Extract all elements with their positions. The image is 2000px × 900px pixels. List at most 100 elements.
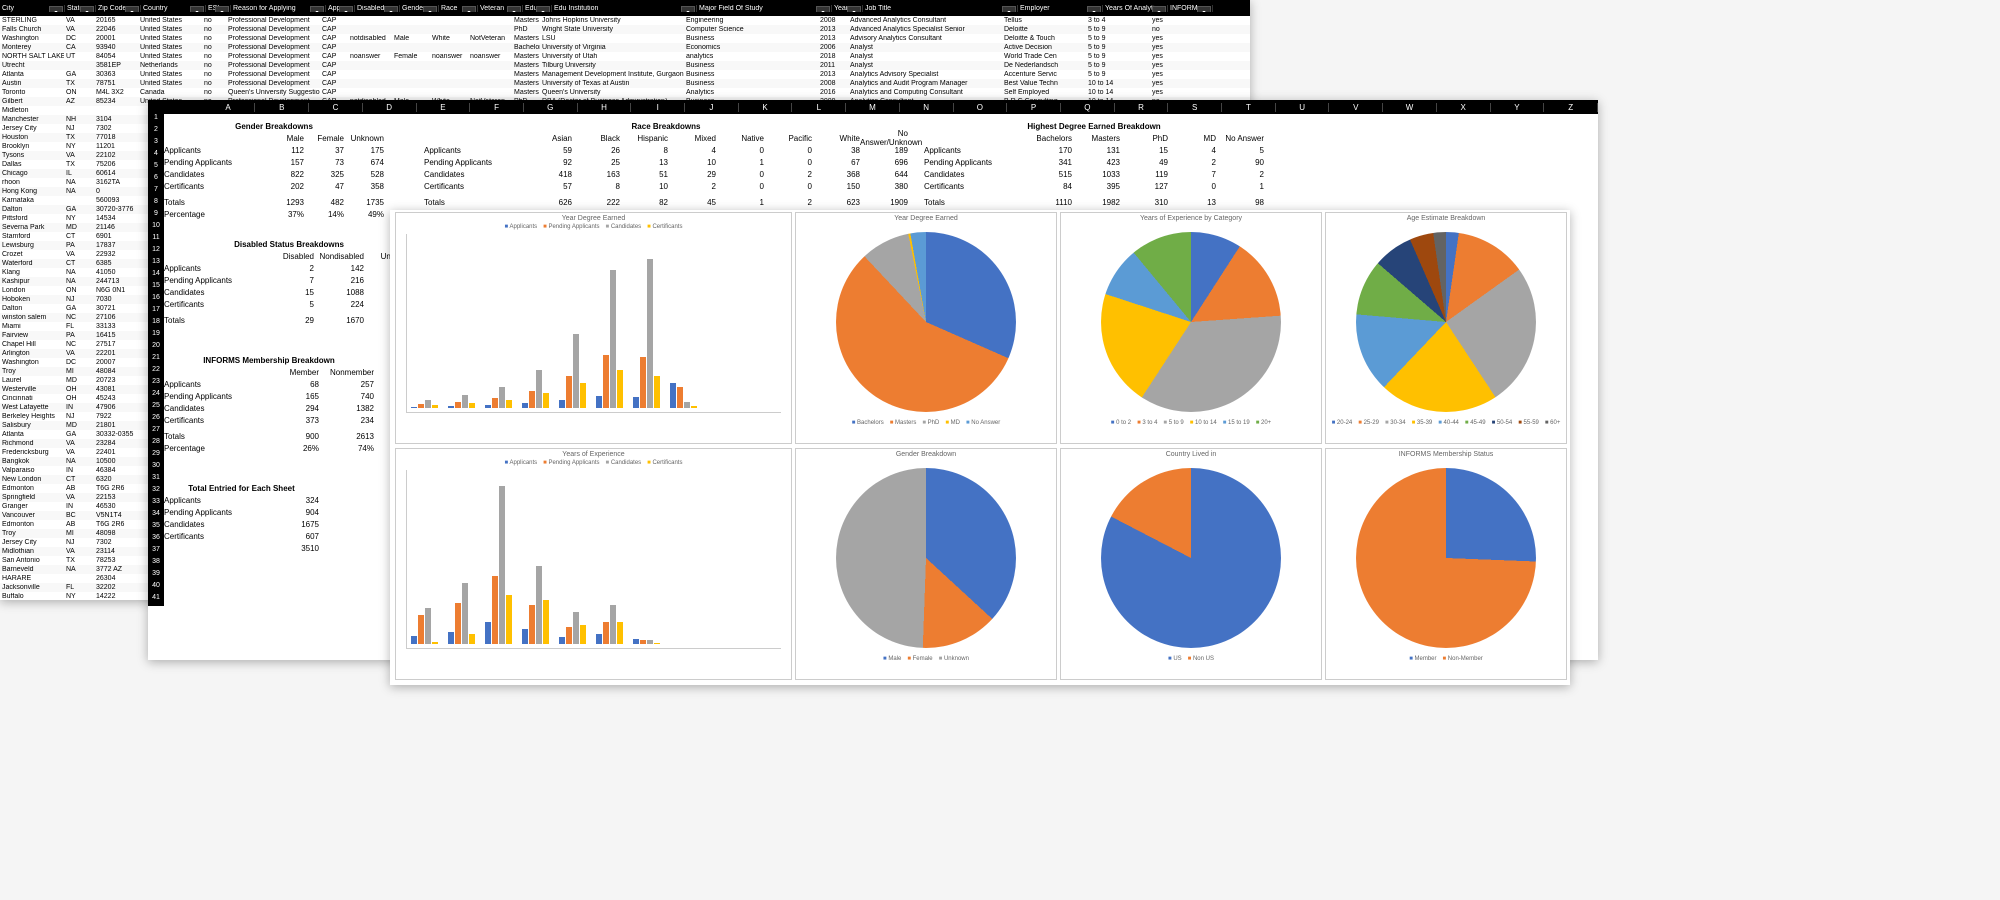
cell[interactable]: De Nederlandsch [1002,62,1086,69]
pie-chart[interactable]: Country Lived inUSNon US [1060,448,1322,680]
column-letter[interactable]: A [202,103,256,112]
cell[interactable]: CAP [320,53,348,60]
filter-dropdown-icon[interactable]: ▾ [462,6,476,12]
cell[interactable]: 5 to 9 [1086,53,1150,60]
cell[interactable]: Deloitte & Touch [1002,35,1086,42]
stat-row[interactable]: Applicants324 [164,494,319,506]
cell[interactable]: CAP [320,35,348,42]
cell[interactable]: Self Employed [1002,89,1086,96]
cell[interactable]: Business [684,62,818,69]
cell[interactable]: 84054 [94,53,138,60]
cell[interactable]: NotVeteran [468,35,512,42]
cell[interactable]: Falls Church [0,26,64,33]
cell[interactable]: Professional Development [226,44,320,51]
cell[interactable]: Professional Development [226,71,320,78]
row-number[interactable]: 5 [148,162,164,174]
column-header[interactable]: Zip Code▾ [96,5,141,12]
table-row[interactable]: Falls ChurchVA22046United StatesnoProfes… [0,25,1250,34]
cell[interactable]: Monterey [0,44,64,51]
column-letter[interactable]: K [739,103,793,112]
pie-chart[interactable]: Gender BreakdownMaleFemaleUnknown [795,448,1057,680]
cell[interactable]: NORTH SALT LAKE [0,53,64,60]
row-number[interactable]: 40 [148,582,164,594]
cell[interactable]: 2008 [818,80,848,87]
column-letter[interactable]: S [1168,103,1222,112]
cell[interactable]: Atlanta [0,71,64,78]
cell[interactable]: analytics [684,53,818,60]
cell[interactable]: Masters [512,17,540,24]
column-letter[interactable]: Z [1544,103,1598,112]
cell[interactable]: yes [1150,53,1194,60]
cell[interactable]: GA [64,71,94,78]
cell[interactable]: CAP [320,62,348,69]
row-number[interactable]: 21 [148,354,164,366]
cell[interactable]: no [202,44,226,51]
column-header[interactable]: INFORM▾ [1168,5,1213,12]
cell[interactable]: Analytics Advisory Specialist [848,71,1002,78]
stat-row[interactable]: Pending Applicants165740 [164,390,374,402]
cell[interactable]: 2013 [818,35,848,42]
filter-dropdown-icon[interactable]: ▾ [190,6,204,12]
cell[interactable]: Analytics [684,89,818,96]
filter-dropdown-icon[interactable]: ▾ [215,6,229,12]
column-letter[interactable]: W [1383,103,1437,112]
column-header[interactable]: State▾ [65,5,96,12]
cell[interactable]: 85234 [94,98,138,105]
cell[interactable]: no [202,62,226,69]
cell[interactable]: 2018 [818,53,848,60]
cell[interactable]: Washington [0,35,64,42]
cell[interactable]: United States [138,80,202,87]
cell[interactable]: Austin [0,80,64,87]
filter-dropdown-icon[interactable]: ▾ [339,6,353,12]
cell[interactable]: 93940 [94,44,138,51]
column-header[interactable]: Job Title▾ [863,5,1018,12]
cell[interactable]: Business [684,71,818,78]
cell[interactable]: Analyst [848,44,1002,51]
cell[interactable]: 5 to 9 [1086,26,1150,33]
cell[interactable]: CAP [320,80,348,87]
cell[interactable]: Advisory Analytics Consultant [848,35,1002,42]
cell[interactable]: Gilbert [0,98,64,105]
cell[interactable]: noanswer [468,53,512,60]
cell[interactable]: Bachelors [512,44,540,51]
stat-row[interactable]: Applicants1701311545 [924,144,1264,156]
cell[interactable]: CAP [320,17,348,24]
cell[interactable]: Utrecht [0,62,64,69]
row-number[interactable]: 17 [148,306,164,318]
cell[interactable]: Management Development Institute, Gurgao… [540,71,684,78]
table-row[interactable]: AustinTX78751United StatesnoProfessional… [0,79,1250,88]
column-header[interactable]: Years Of Analytic▾ [1103,5,1168,12]
cell[interactable]: United States [138,17,202,24]
column-letter[interactable]: Q [1061,103,1115,112]
stat-row[interactable]: Certificants373234 [164,414,374,426]
column-header[interactable]: Race▾ [439,5,478,12]
cell[interactable]: Masters [512,89,540,96]
column-letter[interactable]: P [1007,103,1061,112]
cell[interactable]: 5 to 9 [1086,62,1150,69]
column-letter[interactable]: N [900,103,954,112]
stat-row[interactable]: Candidates822325528 [164,168,384,180]
cell[interactable]: Wright State University [540,26,684,33]
stat-row[interactable]: Candidates418163512902368644 [424,168,908,180]
table-row[interactable]: STERLINGVA20165United StatesnoProfession… [0,16,1250,25]
row-number[interactable]: 41 [148,594,164,606]
cell[interactable]: 20165 [94,17,138,24]
cell[interactable]: Business [684,35,818,42]
row-number[interactable]: 29 [148,450,164,462]
cell[interactable]: Professional Development [226,53,320,60]
cell[interactable]: 5 to 9 [1086,35,1150,42]
cell[interactable]: no [1150,26,1194,33]
row-number[interactable]: 4 [148,150,164,162]
stat-row[interactable]: Candidates151088572 [164,286,414,298]
column-letter[interactable]: O [954,103,1008,112]
cell[interactable]: no [202,53,226,60]
row-number[interactable]: 30 [148,462,164,474]
cell[interactable]: Advanced Analytics Consultant [848,17,1002,24]
filter-dropdown-icon[interactable]: ▾ [847,6,861,12]
row-number[interactable]: 22 [148,366,164,378]
cell[interactable]: Best Value Techn [1002,80,1086,87]
filter-dropdown-icon[interactable]: ▾ [1197,6,1211,12]
stat-row[interactable]: Applicants5926840038189 [424,144,908,156]
column-letter[interactable]: F [470,103,524,112]
cell[interactable]: CAP [320,26,348,33]
